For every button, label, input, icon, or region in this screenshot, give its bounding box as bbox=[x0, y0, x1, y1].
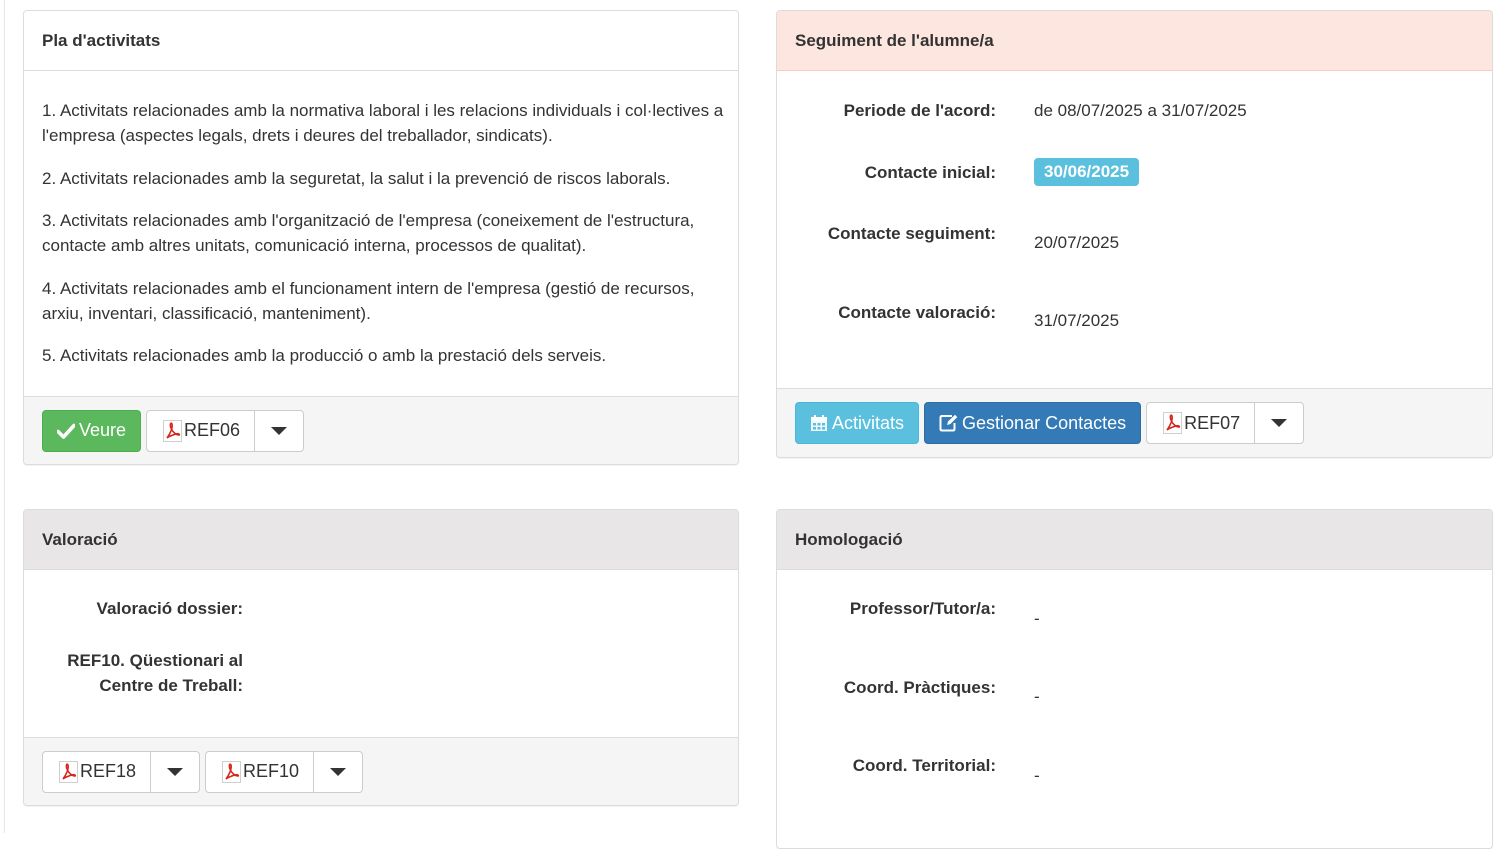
caret-down-icon bbox=[167, 767, 184, 776]
questionari-label-line2: Centre de Treball: bbox=[99, 676, 243, 695]
caret-down-icon bbox=[330, 767, 347, 776]
veure-button[interactable]: Veure bbox=[42, 409, 142, 452]
contacte-seguiment-value: 20/07/2025 bbox=[1034, 233, 1120, 252]
gestionar-contactes-button[interactable]: Gestionar Contactes bbox=[924, 402, 1142, 444]
ref18-label: REF18 bbox=[80, 761, 137, 781]
ref07-caret-button[interactable] bbox=[1255, 402, 1305, 444]
activitats-label: Activitats bbox=[832, 412, 905, 433]
caret-down-icon bbox=[1271, 419, 1288, 427]
ref18-dropdown: REF18 bbox=[42, 750, 201, 793]
pdf-icon bbox=[59, 760, 78, 783]
ref07-label: REF07 bbox=[1184, 412, 1241, 433]
pdf-icon bbox=[163, 419, 183, 442]
ref10-label: REF10 bbox=[243, 761, 300, 781]
gestionar-contactes-label: Gestionar Contactes bbox=[962, 412, 1127, 433]
ref06-caret-button[interactable] bbox=[255, 409, 305, 452]
pdf-icon bbox=[1163, 412, 1183, 434]
periode-value: de 08/07/2025 a 31/07/2025 bbox=[1034, 101, 1247, 120]
edit-icon bbox=[939, 414, 958, 432]
coord-territorial-label: Coord. Territorial: bbox=[852, 756, 996, 775]
homologacio-panel: Homologació Professor/Tutor/a: - Coord. … bbox=[776, 509, 1493, 849]
panel-footer: Veure REF06 bbox=[24, 396, 738, 464]
ref18-caret-button[interactable] bbox=[151, 750, 201, 793]
panel-footer: REF18 REF10 bbox=[24, 737, 738, 805]
activity-item-3: 3. Activitats relacionades amb l'organit… bbox=[42, 211, 695, 255]
seguiment-panel: Seguiment de l'alumne/a Periode de l'aco… bbox=[776, 10, 1493, 458]
valoracio-dossier-label: Valoració dossier: bbox=[96, 599, 243, 618]
ref07-button[interactable]: REF07 bbox=[1146, 402, 1256, 444]
questionari-label-line1: REF10. Qüestionari al bbox=[67, 651, 243, 670]
calendar-icon bbox=[810, 414, 828, 432]
activitats-button[interactable]: Activitats bbox=[795, 402, 920, 444]
ref07-dropdown: REF07 bbox=[1146, 402, 1305, 444]
coord-practiques-label: Coord. Pràctiques: bbox=[843, 678, 996, 697]
valoracio-panel: Valoració Valoració dossier: REF10. Qües… bbox=[23, 509, 739, 806]
pla-activitats-panel: Pla d'activitats 1. Activitats relaciona… bbox=[23, 10, 739, 465]
ref10-dropdown: REF10 bbox=[205, 750, 364, 793]
professor-tutor-label: Professor/Tutor/a: bbox=[849, 599, 996, 618]
ref06-button[interactable]: REF06 bbox=[146, 409, 256, 452]
panel-footer: Activitats Gestionar Contactes REF07 bbox=[777, 388, 1492, 457]
contacte-valoracio-label: Contacte valoració: bbox=[838, 303, 996, 322]
contacte-inicial-badge: 30/06/2025 bbox=[1034, 158, 1140, 186]
panel-title: Homologació bbox=[777, 510, 1492, 570]
pdf-icon bbox=[222, 760, 242, 783]
periode-label: Periode de l'acord: bbox=[843, 101, 996, 120]
panel-title: Pla d'activitats bbox=[24, 11, 738, 71]
panel-title: Valoració bbox=[24, 510, 738, 570]
coord-territorial-value: - bbox=[1034, 766, 1040, 785]
ref10-button[interactable]: REF10 bbox=[205, 750, 315, 793]
ref06-dropdown: REF06 bbox=[146, 409, 305, 452]
contacte-valoracio-value: 31/07/2025 bbox=[1034, 311, 1120, 330]
check-icon bbox=[57, 423, 75, 439]
veure-label: Veure bbox=[79, 420, 127, 440]
caret-down-icon bbox=[271, 426, 288, 435]
panel-title: Seguiment de l'alumne/a bbox=[777, 11, 1492, 71]
activity-item-4: 4. Activitats relacionades amb el funcio… bbox=[42, 279, 695, 323]
activity-item-2: 2. Activitats relacionades amb la segure… bbox=[42, 169, 671, 188]
contacte-inicial-label: Contacte inicial: bbox=[864, 163, 996, 182]
ref10-caret-button[interactable] bbox=[314, 750, 364, 793]
ref18-button[interactable]: REF18 bbox=[42, 750, 152, 793]
professor-tutor-value: - bbox=[1034, 609, 1040, 628]
contacte-seguiment-label: Contacte seguiment: bbox=[827, 224, 996, 243]
activity-item-5: 5. Activitats relacionades amb la produc… bbox=[42, 346, 607, 365]
ref06-label: REF06 bbox=[184, 420, 241, 440]
activity-item-1: 1. Activitats relacionades amb la normat… bbox=[42, 101, 724, 145]
coord-practiques-value: - bbox=[1034, 687, 1040, 706]
page-edge bbox=[4, 0, 5, 833]
